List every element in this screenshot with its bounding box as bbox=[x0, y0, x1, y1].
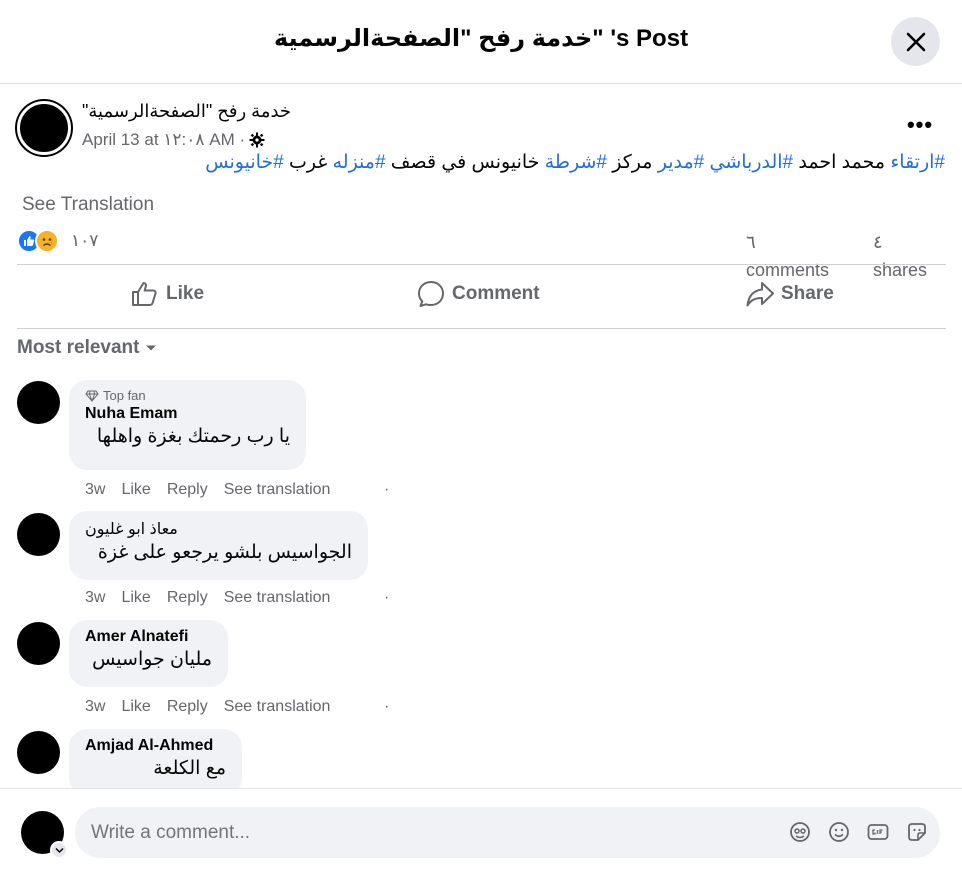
chevron-down-icon bbox=[54, 847, 64, 853]
comment-author[interactable]: معاذ ابو غليون bbox=[85, 519, 352, 539]
thumbs-up-icon bbox=[132, 282, 157, 306]
comment-like-button[interactable]: Like bbox=[121, 481, 150, 499]
gif-icon[interactable] bbox=[865, 819, 890, 844]
gear-icon[interactable] bbox=[249, 132, 265, 148]
more-options-button[interactable]: ••• bbox=[903, 112, 937, 137]
reaction-count: ١٠٧ bbox=[71, 231, 99, 250]
comment-actions: 3w Like Reply See translation bbox=[85, 589, 346, 607]
comment-avatar[interactable] bbox=[17, 381, 60, 424]
close-button[interactable] bbox=[891, 17, 940, 66]
top-fan-label: Top fan bbox=[103, 388, 146, 403]
comment-reply-button[interactable]: Reply bbox=[167, 481, 208, 499]
hashtag-link[interactable]: #شرطة bbox=[545, 152, 607, 173]
comment-time[interactable]: 3w bbox=[85, 698, 105, 716]
comment-reply-button[interactable]: Reply bbox=[167, 698, 208, 716]
comment-avatar[interactable] bbox=[17, 731, 60, 774]
emoji-icon[interactable] bbox=[826, 819, 851, 844]
comment-like-button[interactable]: Like bbox=[121, 698, 150, 716]
modal-title: خدمة رفح "الصفحةالرسمية" 's Post bbox=[273, 25, 689, 52]
comment-time[interactable]: 3w bbox=[85, 481, 105, 499]
comment-avatar[interactable] bbox=[17, 513, 60, 556]
comment-text: مع الكلعة bbox=[153, 758, 226, 779]
post-timestamp[interactable]: April 13 at ١٢:٠٨ AM · bbox=[82, 130, 245, 150]
share-button[interactable]: Share bbox=[745, 276, 834, 312]
comment-icon bbox=[418, 281, 444, 307]
sticker-icon[interactable] bbox=[904, 819, 929, 844]
comment-actions: 3w Like Reply See translation bbox=[85, 698, 346, 716]
comment-bubble: Top fan Nuha Emam يا رب رحمتك بغزة واهله… bbox=[69, 380, 306, 470]
avatar-sticker-icon[interactable] bbox=[787, 819, 812, 844]
comment-time[interactable]: 3w bbox=[85, 589, 105, 607]
comment-text: مليان جواسيس bbox=[92, 649, 212, 670]
hashtag-link[interactable]: #خانيونس bbox=[205, 152, 283, 173]
see-translation-link[interactable]: See Translation bbox=[22, 194, 154, 216]
modal-header: خدمة رفح "الصفحةالرسمية" 's Post bbox=[0, 0, 962, 84]
comment-reply-button[interactable]: Reply bbox=[167, 589, 208, 607]
comments-count: ٦ bbox=[746, 232, 756, 252]
comment-author[interactable]: Amer Alnatefi bbox=[85, 628, 212, 646]
divider bbox=[17, 264, 946, 265]
comment-bubble: معاذ ابو غليون الجواسيس بلشو يرجعو على غ… bbox=[69, 511, 368, 580]
post-author[interactable]: "خدمة رفح "الصفحةالرسمية bbox=[82, 101, 291, 122]
comment-actions: 3w Like Reply See translation bbox=[85, 481, 346, 499]
comment-button[interactable]: Comment bbox=[416, 276, 540, 312]
comment-author[interactable]: Nuha Emam bbox=[85, 405, 290, 423]
hashtag-link[interactable]: #ارتقاء bbox=[890, 152, 945, 173]
post-text-segment: خانيونس في قصف bbox=[385, 152, 545, 173]
comment-sort-dropdown[interactable]: Most relevant bbox=[17, 337, 157, 359]
reaction-summary[interactable]: ١٠٧ bbox=[17, 229, 98, 253]
sort-label: Most relevant bbox=[17, 337, 140, 358]
sad-reaction-icon bbox=[35, 229, 59, 253]
comment-author[interactable]: Amjad Al-Ahmed bbox=[85, 737, 226, 755]
hashtag-link[interactable]: #منزله bbox=[333, 152, 386, 173]
shares-count-link[interactable]: ٤ shares bbox=[873, 228, 953, 284]
post-text-segment: غرب bbox=[283, 152, 333, 173]
hashtag-link[interactable]: #مدير bbox=[658, 152, 705, 173]
comment-label: Comment bbox=[452, 283, 540, 304]
like-button[interactable]: Like bbox=[130, 276, 204, 312]
comment-avatar[interactable] bbox=[17, 622, 60, 665]
comment-dot: · bbox=[384, 698, 390, 715]
post-text-segment: مركز bbox=[606, 152, 658, 173]
top-fan-badge: Top fan bbox=[85, 388, 290, 403]
share-label: Share bbox=[781, 283, 834, 304]
diamond-icon bbox=[85, 390, 99, 402]
caret-down-icon bbox=[146, 345, 157, 351]
comment-translate-button[interactable]: See translation bbox=[224, 481, 331, 499]
post-text: #ارتقاء محمد احمد #الدرباشي #مدير مركز #… bbox=[205, 151, 945, 175]
like-label: Like bbox=[166, 283, 205, 304]
post-text-segment: محمد احمد bbox=[793, 152, 891, 173]
comment-translate-button[interactable]: See translation bbox=[224, 589, 331, 607]
comment-text: يا رب رحمتك بغزة واهلها bbox=[96, 426, 290, 447]
comment-text: الجواسيس بلشو يرجعو على غزة bbox=[97, 542, 352, 563]
shares-label: shares bbox=[873, 260, 928, 280]
profile-switch-button[interactable] bbox=[50, 841, 68, 859]
comment-translate-button[interactable]: See translation bbox=[224, 698, 331, 716]
page-avatar[interactable] bbox=[17, 101, 71, 155]
hashtag-link[interactable]: #الدرباشي bbox=[710, 152, 794, 173]
comment-dot: · bbox=[384, 589, 390, 606]
share-icon bbox=[746, 282, 774, 307]
comment-bubble: Amer Alnatefi مليان جواسيس bbox=[69, 620, 228, 687]
shares-count: ٤ bbox=[873, 232, 883, 252]
divider bbox=[17, 328, 946, 329]
comment-like-button[interactable]: Like bbox=[121, 589, 150, 607]
post-meta: April 13 at ١٢:٠٨ AM · bbox=[82, 130, 265, 150]
comment-bubble: Amjad Al-Ahmed مع الكلعة bbox=[69, 729, 242, 796]
close-icon bbox=[906, 32, 925, 51]
comment-dot: · bbox=[384, 481, 390, 498]
composer-icons bbox=[787, 819, 929, 844]
